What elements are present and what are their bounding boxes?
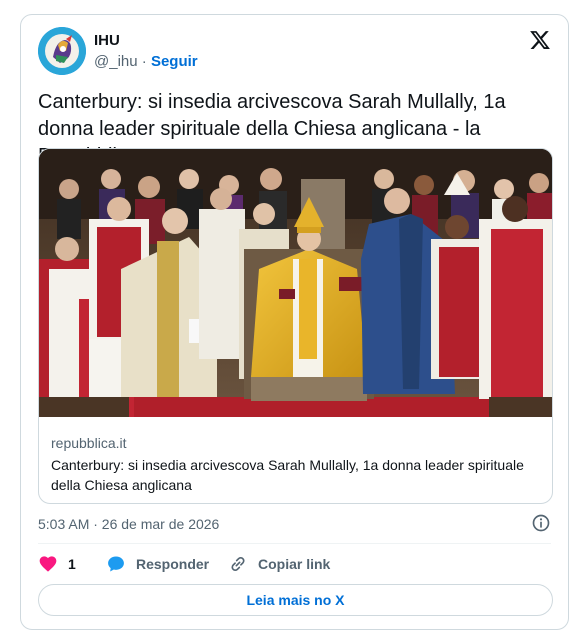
link-title[interactable]: Canterbury: si insedia arcivescova Sarah… <box>51 455 541 495</box>
author-name[interactable]: IHU <box>94 32 120 50</box>
heart-icon <box>39 556 57 572</box>
x-logo-icon[interactable] <box>529 29 551 51</box>
reply-button[interactable]: Responder <box>106 553 209 575</box>
link-preview-card[interactable]: repubblica.it Canterbury: si insedia arc… <box>38 148 553 504</box>
author-handle[interactable]: @_ihu <box>94 53 138 70</box>
info-icon[interactable] <box>531 513 551 533</box>
like-count: 1 <box>68 556 76 572</box>
divider <box>38 543 551 544</box>
like-button[interactable]: 1 <box>38 553 76 575</box>
embedded-post-card: IHU @_ihu · Seguir Canterbury: si insedi… <box>20 14 569 630</box>
separator-dot: · <box>141 53 147 70</box>
ihu-avatar-icon[interactable] <box>38 27 86 75</box>
follow-button[interactable]: Seguir <box>151 53 198 70</box>
author-meta: @_ihu · Seguir <box>94 53 198 71</box>
link-icon <box>231 556 245 572</box>
copy-link-button[interactable]: Copiar link <box>228 553 330 575</box>
ceremony-photo[interactable] <box>39 149 552 417</box>
post-timestamp[interactable]: 5:03 AM · 26 de mar de 2026 <box>38 515 219 533</box>
reply-label: Responder <box>136 556 210 572</box>
link-domain[interactable]: repubblica.it <box>51 434 127 452</box>
speech-bubble-icon <box>108 556 124 572</box>
read-more-button[interactable]: Leia mais no X <box>38 584 553 616</box>
copy-link-label: Copiar link <box>258 556 331 572</box>
